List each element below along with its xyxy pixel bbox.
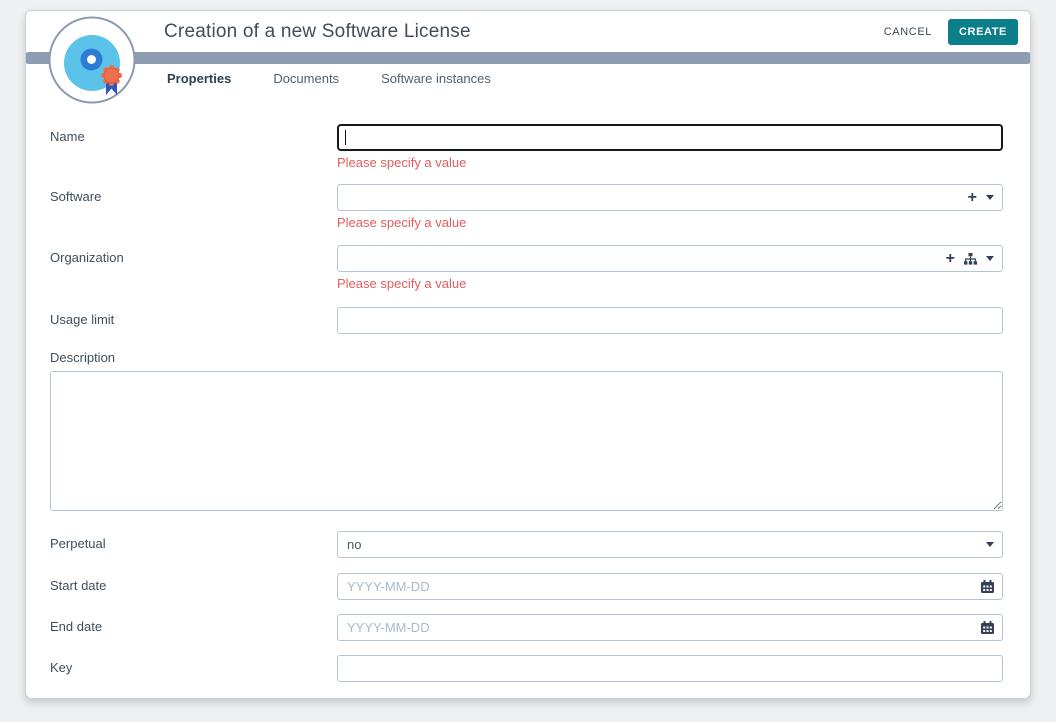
usage-limit-label: Usage limit [50, 307, 337, 334]
license-form: Name Please specify a value Software + P… [26, 124, 1030, 682]
field-row-software: Software + Please specify a value [50, 184, 1003, 230]
calendar-icon[interactable] [981, 580, 994, 593]
software-label: Software [50, 184, 337, 230]
dialog-header: Creation of a new Software License CANCE… [26, 11, 1030, 52]
field-row-perpetual: Perpetual no [50, 531, 1003, 558]
create-license-dialog: Creation of a new Software License CANCE… [25, 10, 1031, 699]
tab-software-instances[interactable]: Software instances [381, 71, 491, 86]
tab-properties[interactable]: Properties [167, 71, 231, 86]
add-icon[interactable]: + [946, 251, 955, 267]
field-block-description: Description [50, 350, 1003, 516]
create-button[interactable]: CREATE [948, 19, 1018, 45]
software-error: Please specify a value [337, 215, 1003, 230]
field-row-end-date: End date [50, 614, 1003, 641]
organization-input[interactable] [337, 245, 1003, 272]
key-label: Key [50, 655, 337, 682]
description-textarea[interactable] [50, 371, 1003, 511]
page-title: Creation of a new Software License [164, 21, 471, 43]
calendar-icon[interactable] [981, 621, 994, 634]
name-input[interactable] [337, 124, 1003, 151]
org-tree-icon[interactable] [964, 253, 977, 265]
field-row-start-date: Start date [50, 573, 1003, 600]
tab-zone: Properties Documents Software instances [26, 52, 1030, 106]
tabbar-accent-strip [26, 52, 1030, 64]
cancel-button[interactable]: CANCEL [884, 26, 932, 38]
end-date-input[interactable] [337, 614, 1003, 641]
perpetual-selected-value: no [347, 537, 361, 552]
field-row-usage-limit: Usage limit [50, 307, 1003, 334]
start-date-input[interactable] [337, 573, 1003, 600]
software-license-icon [48, 16, 136, 104]
add-icon[interactable]: + [968, 190, 977, 206]
name-label: Name [50, 124, 337, 170]
chevron-down-icon[interactable] [986, 256, 994, 261]
perpetual-label: Perpetual [50, 531, 337, 558]
usage-limit-input[interactable] [337, 307, 1003, 334]
description-label: Description [50, 350, 1003, 365]
organization-error: Please specify a value [337, 276, 1003, 291]
tabs: Properties Documents Software instances [167, 71, 533, 86]
header-actions: CANCEL CREATE [884, 11, 1018, 52]
chevron-down-icon [986, 542, 994, 547]
field-row-name: Name Please specify a value [50, 124, 1003, 170]
end-date-label: End date [50, 614, 337, 641]
field-row-key: Key [50, 655, 1003, 682]
key-input[interactable] [337, 655, 1003, 682]
perpetual-select[interactable]: no [337, 531, 1003, 558]
organization-label: Organization [50, 245, 337, 291]
field-row-organization: Organization + Please specify a value [50, 245, 1003, 291]
start-date-label: Start date [50, 573, 337, 600]
name-error: Please specify a value [337, 155, 1003, 170]
tab-documents[interactable]: Documents [273, 71, 339, 86]
software-input[interactable] [337, 184, 1003, 211]
chevron-down-icon[interactable] [986, 195, 994, 200]
